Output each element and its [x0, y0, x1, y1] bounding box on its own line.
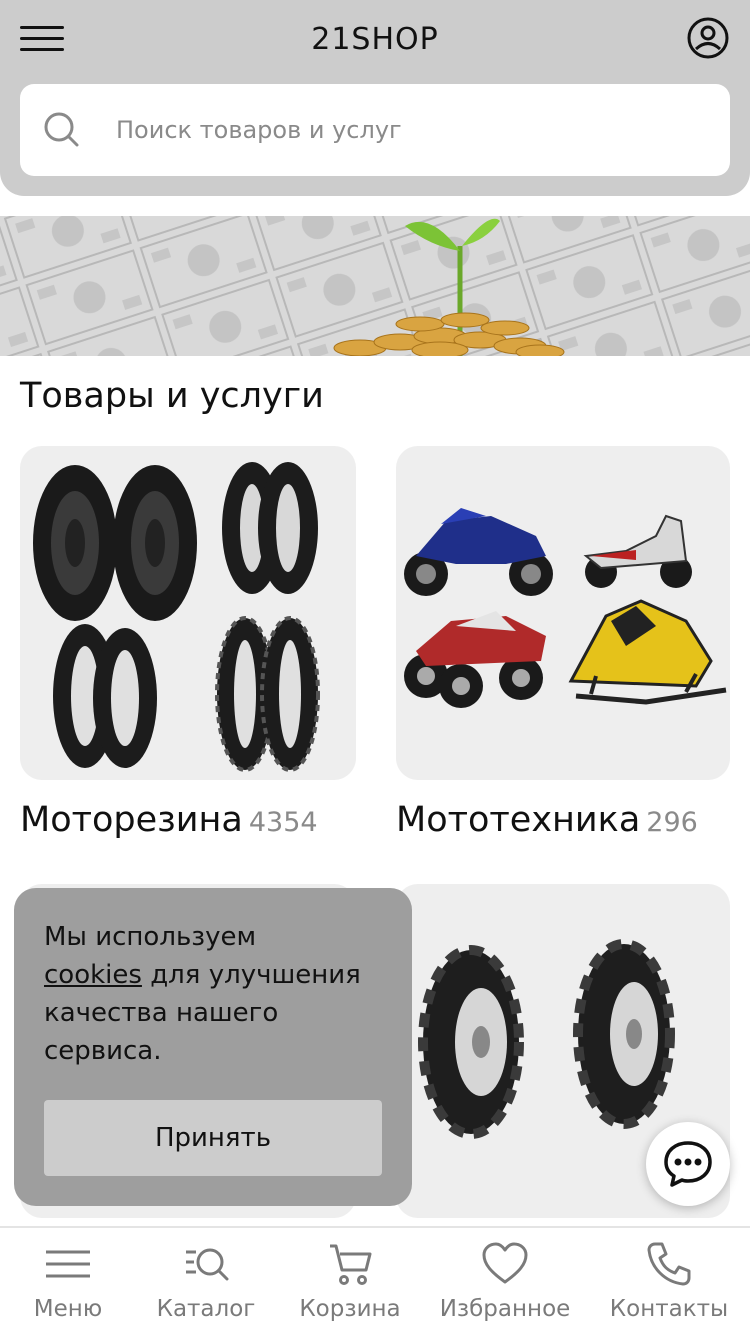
- category-image-moto-tires[interactable]: [20, 446, 356, 780]
- bottom-tab-bar: Меню Каталог Корзина Избранное Контакты: [0, 1226, 750, 1334]
- cookie-text: Мы используем cookies для улучшения каче…: [44, 922, 361, 1066]
- chat-button[interactable]: [646, 1122, 730, 1206]
- app-header: 21SHOP: [0, 0, 750, 196]
- category-count: 4354: [248, 807, 318, 838]
- tab-label: Каталог: [156, 1296, 256, 1322]
- menu-icon: [46, 1250, 90, 1278]
- tab-contacts[interactable]: Контакты: [594, 1228, 744, 1334]
- search-box[interactable]: [20, 84, 730, 176]
- cart-icon: [330, 1244, 372, 1285]
- tab-catalog[interactable]: Каталог: [131, 1228, 281, 1334]
- tab-cart[interactable]: Корзина: [275, 1228, 425, 1334]
- cookies-link[interactable]: cookies: [44, 960, 142, 990]
- cookie-banner: Мы используем cookies для улучшения каче…: [14, 888, 412, 1206]
- category-name: Моторезина: [20, 800, 243, 840]
- section-title: Товары и услуги: [20, 376, 324, 416]
- tab-label: Меню: [33, 1296, 103, 1322]
- category-card[interactable]: Мототехника 296: [396, 446, 730, 840]
- catalog-search-icon: [186, 1248, 229, 1281]
- heart-icon: [482, 1242, 528, 1284]
- tab-menu[interactable]: Меню: [0, 1228, 143, 1334]
- accept-cookies-button[interactable]: Принять: [44, 1100, 382, 1176]
- tab-label: Избранное: [439, 1296, 571, 1322]
- promo-banner[interactable]: [0, 216, 750, 356]
- category-card[interactable]: Моторезина 4354: [20, 446, 356, 840]
- tab-favorites[interactable]: Избранное: [430, 1228, 580, 1334]
- search-icon: [44, 112, 79, 147]
- category-name: Мототехника: [396, 800, 641, 840]
- category-image-moto-vehicles[interactable]: [396, 446, 730, 780]
- category-count: 296: [646, 807, 698, 838]
- tab-label: Контакты: [609, 1296, 729, 1322]
- phone-icon: [647, 1242, 691, 1286]
- chat-bubble-icon: [664, 1141, 712, 1187]
- tab-label: Корзина: [299, 1296, 401, 1322]
- hamburger-icon[interactable]: [20, 24, 64, 52]
- brand-title: 21SHOP: [311, 22, 439, 57]
- search-input[interactable]: [116, 106, 706, 154]
- user-circle-icon[interactable]: [686, 16, 730, 60]
